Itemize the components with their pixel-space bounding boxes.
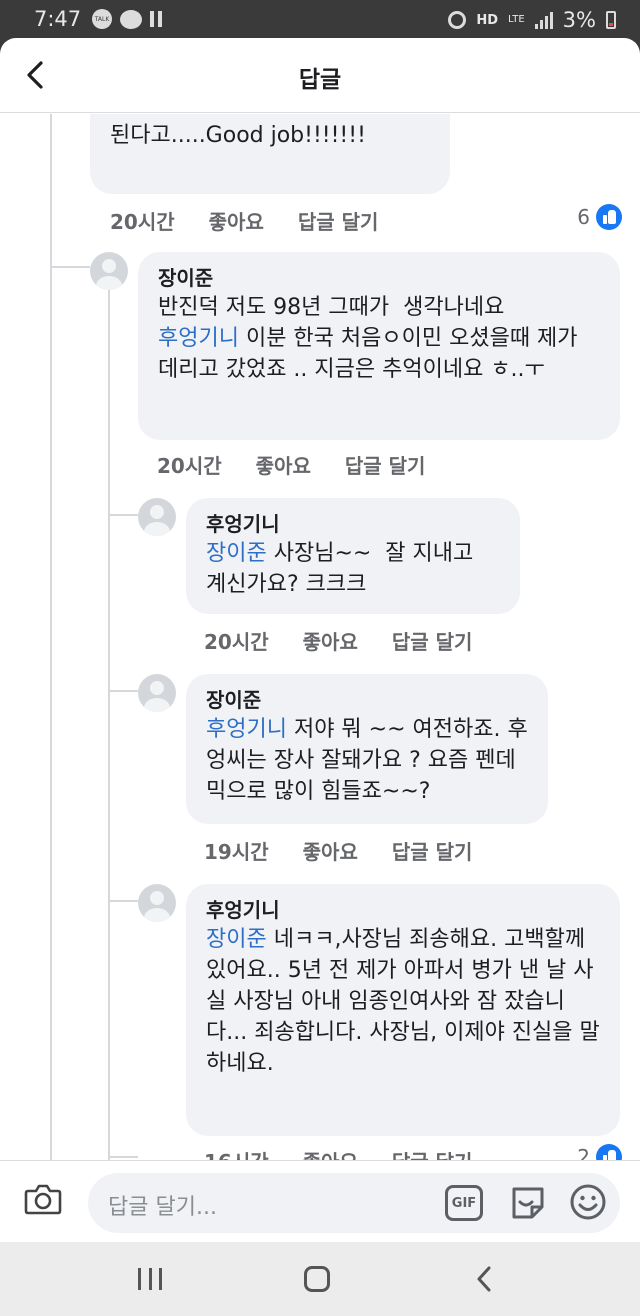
signal-icon xyxy=(534,11,553,29)
thread-line xyxy=(108,690,138,692)
comment-bubble: 된다고.....Good job!!!!!!! xyxy=(90,114,450,194)
comment-bubble: 후엉기니 장이준 사장님~~ 잘 지내고 계신가요? 크크크 xyxy=(186,498,520,614)
like-reaction-icon xyxy=(596,1144,622,1160)
battery-icon xyxy=(606,11,616,29)
thread-line xyxy=(108,514,138,516)
reply-button[interactable]: 답글 달기 xyxy=(392,626,473,655)
sticker-icon[interactable] xyxy=(508,1183,548,1223)
system-icons: HD LTE 3% xyxy=(448,8,616,32)
nav-back-icon[interactable] xyxy=(476,1266,492,1292)
like-reaction-icon xyxy=(596,204,622,230)
notification-icons: TALK xyxy=(92,9,162,29)
mention-link[interactable]: 후엉기니 xyxy=(158,326,239,351)
mention-link[interactable]: 장이준 xyxy=(206,541,267,566)
reply-input[interactable]: 답글 달기... GIF xyxy=(88,1173,620,1233)
avatar[interactable] xyxy=(138,674,176,712)
talk-notification-icon: TALK xyxy=(92,9,112,29)
emoji-icon[interactable] xyxy=(569,1183,607,1221)
comment-text: 반진덕 저도 98년 그때가 생각나네요 후엉기니 이분 한국 처음ㅇ이민 오셨… xyxy=(158,292,600,385)
thread-line xyxy=(108,1156,138,1158)
page-title: 답글 xyxy=(298,67,342,93)
comment-author[interactable]: 후엉기니 xyxy=(206,510,500,538)
reaction-count[interactable]: 6 xyxy=(577,204,622,230)
comment-actions: 20시간 좋아요 답글 달기 xyxy=(204,626,506,655)
comment-actions: 19시간 좋아요 답글 달기 xyxy=(204,836,506,865)
header: 답글 xyxy=(0,38,640,113)
comment-text: 후엉기니 저야 뭐 ~~ 여전하죠. 후엉씨는 장사 잘돼가요 ? 요즘 펜데믹… xyxy=(206,714,528,807)
reaction-count[interactable]: 2 xyxy=(577,1144,622,1160)
comment-bubble: 후엉기니 장이준 네ㅋㅋ,사장님 죄송해요. 고백할께 있어요.. 5년 전 제… xyxy=(186,884,620,1136)
reply-thread: 된다고.....Good job!!!!!!! 20시간 좋아요 답글 달기 6… xyxy=(0,114,640,1160)
reply-button[interactable]: 답글 달기 xyxy=(392,1146,473,1160)
avatar[interactable] xyxy=(138,884,176,922)
hd-voice-icon: HD xyxy=(476,12,499,28)
battery-percent: 3% xyxy=(562,8,596,32)
comment-bubble: 장이준 반진덕 저도 98년 그때가 생각나네요 후엉기니 이분 한국 처음ㅇ이… xyxy=(138,252,620,440)
comment-actions: 20시간 좋아요 답글 달기 xyxy=(110,206,412,235)
like-button[interactable]: 좋아요 xyxy=(303,1146,358,1160)
thread-line xyxy=(108,900,138,902)
reply-button[interactable]: 답글 달기 xyxy=(345,450,426,479)
alarm-icon xyxy=(448,11,467,29)
pause-icon xyxy=(150,11,162,27)
reply-input-placeholder: 답글 달기... xyxy=(108,1195,217,1220)
status-bar: 7:47 TALK HD LTE 3% xyxy=(0,0,640,38)
like-button[interactable]: 좋아요 xyxy=(256,450,311,479)
gif-icon[interactable]: GIF xyxy=(445,1185,483,1221)
comment-text: 장이준 사장님~~ 잘 지내고 계신가요? 크크크 xyxy=(206,538,500,600)
reply-button[interactable]: 답글 달기 xyxy=(392,836,473,865)
camera-icon[interactable] xyxy=(24,1183,62,1215)
status-time: 7:47 xyxy=(34,7,82,31)
reaction-number: 2 xyxy=(577,1145,590,1160)
comment-actions: 16시간 좋아요 답글 달기 xyxy=(204,1146,506,1160)
comment-author[interactable]: 장이준 xyxy=(206,686,528,714)
avatar[interactable] xyxy=(138,498,176,536)
home-icon[interactable] xyxy=(304,1266,330,1292)
comment-text-part: 반진덕 저도 98년 그때가 생각나네요 xyxy=(158,295,505,320)
comment-time: 16시간 xyxy=(204,1146,269,1160)
comment-actions: 20시간 좋아요 답글 달기 xyxy=(157,450,459,479)
like-button[interactable]: 좋아요 xyxy=(303,836,358,865)
reply-composer: 답글 달기... GIF xyxy=(0,1160,640,1242)
comment-text: 장이준 네ㅋㅋ,사장님 죄송해요. 고백할께 있어요.. 5년 전 제가 아파서… xyxy=(206,924,600,1079)
mention-link[interactable]: 장이준 xyxy=(206,927,267,952)
avatar[interactable] xyxy=(90,252,128,290)
like-button[interactable]: 좋아요 xyxy=(209,206,264,235)
comment-author[interactable]: 장이준 xyxy=(158,264,600,292)
comment-time: 20시간 xyxy=(110,210,175,234)
comment-time: 19시간 xyxy=(204,840,269,864)
thread-line xyxy=(50,266,90,268)
replies-screen: 답글 된다고.....Good job!!!!!!! 20시간 좋아요 답글 달… xyxy=(0,38,640,1242)
mention-link[interactable]: 후엉기니 xyxy=(206,717,287,742)
like-button[interactable]: 좋아요 xyxy=(303,626,358,655)
reaction-number: 6 xyxy=(577,205,590,229)
recent-apps-icon[interactable] xyxy=(138,1268,162,1290)
lte-icon: LTE xyxy=(508,14,525,25)
system-nav-bar xyxy=(0,1242,640,1316)
comment-time: 20시간 xyxy=(204,630,269,654)
comment-bubble: 장이준 후엉기니 저야 뭐 ~~ 여전하죠. 후엉씨는 장사 잘돼가요 ? 요즘… xyxy=(186,674,548,824)
comment-author[interactable]: 후엉기니 xyxy=(206,896,600,924)
comment-text: 된다고.....Good job!!!!!!! xyxy=(110,123,366,148)
thread-line xyxy=(50,114,52,1160)
reply-button[interactable]: 답글 달기 xyxy=(298,206,379,235)
thread-line xyxy=(108,274,110,1160)
chat-bubble-icon xyxy=(120,9,142,29)
comment-time: 20시간 xyxy=(157,454,222,478)
